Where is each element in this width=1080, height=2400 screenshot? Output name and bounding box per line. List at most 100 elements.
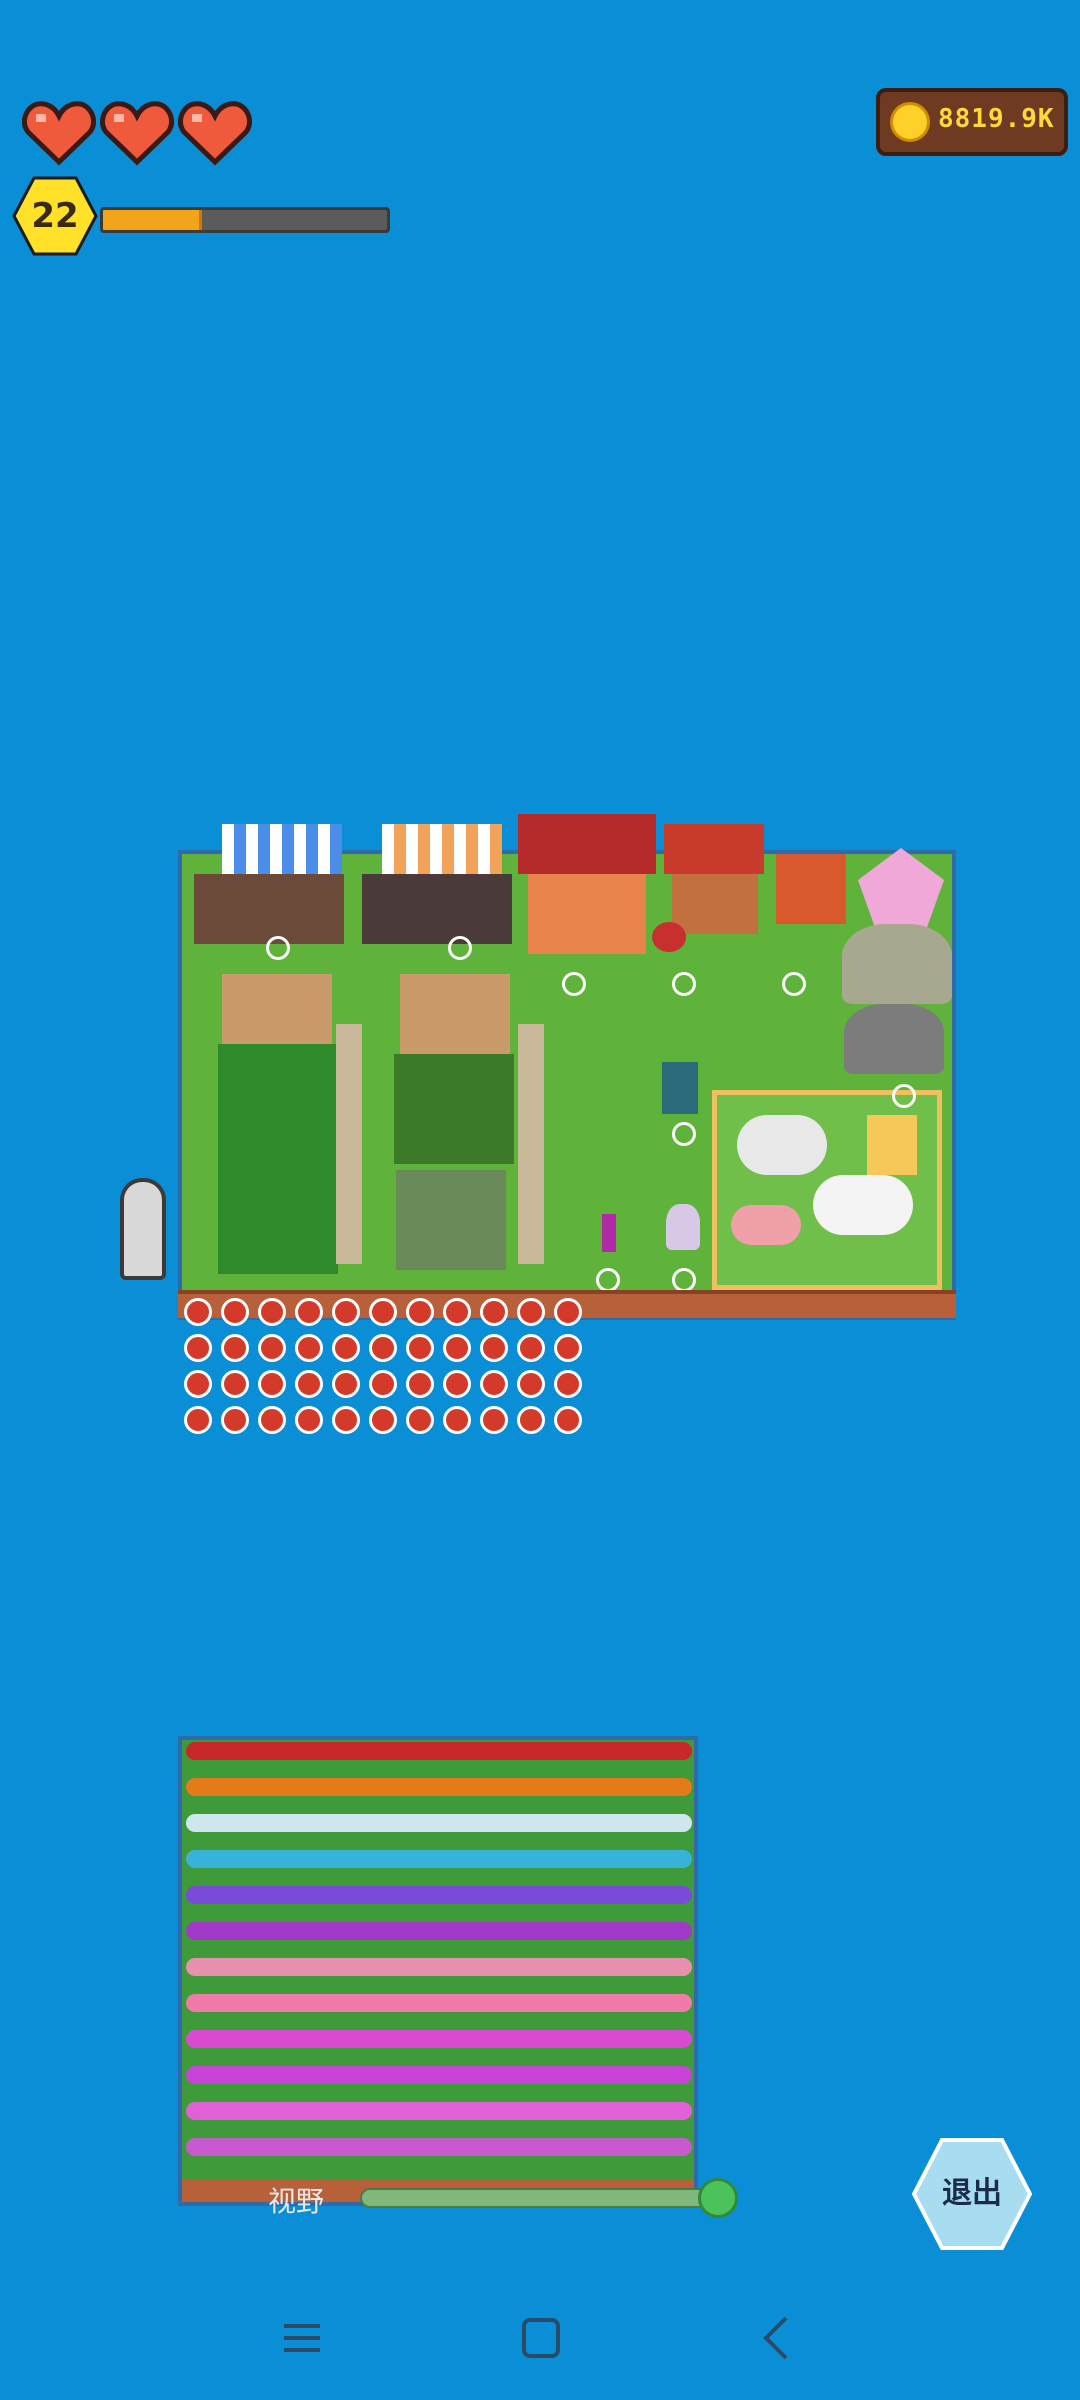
crystal-icon[interactable] [858, 848, 944, 928]
heart-icon [100, 101, 174, 166]
build-slot-marker[interactable] [672, 1268, 696, 1292]
mushroom-icon[interactable] [554, 1298, 582, 1326]
mushroom-icon[interactable] [480, 1406, 508, 1434]
cow-group[interactable] [813, 1175, 913, 1235]
flower-field[interactable] [178, 1736, 698, 2206]
mushroom-icon[interactable] [443, 1370, 471, 1398]
mushroom-icon[interactable] [369, 1298, 397, 1326]
build-slot-marker[interactable] [672, 972, 696, 996]
mushroom-icon[interactable] [406, 1406, 434, 1434]
mushroom-icon[interactable] [554, 1370, 582, 1398]
mushroom-icon[interactable] [221, 1370, 249, 1398]
mushroom-icon[interactable] [443, 1298, 471, 1326]
xp-bar [100, 207, 390, 233]
flower-row[interactable] [186, 1778, 692, 1796]
mushroom-icon[interactable] [443, 1406, 471, 1434]
flower-bed[interactable] [396, 1170, 506, 1270]
flower-row[interactable] [186, 1850, 692, 1868]
mushroom-icon[interactable] [184, 1298, 212, 1326]
mushroom-icon[interactable] [332, 1298, 360, 1326]
mushroom-icon[interactable] [221, 1334, 249, 1362]
house-roof [664, 824, 764, 874]
mushroom-icon[interactable] [406, 1334, 434, 1362]
mushroom-icon[interactable] [554, 1334, 582, 1362]
mushroom-icon[interactable] [184, 1406, 212, 1434]
flower-row[interactable] [186, 2066, 692, 2084]
flower-row[interactable] [186, 1742, 692, 1760]
statue-column [336, 1024, 362, 1264]
farm-island[interactable] [178, 814, 956, 1320]
view-slider-thumb[interactable] [698, 2178, 738, 2218]
mushroom-icon[interactable] [480, 1370, 508, 1398]
mushroom-icon[interactable] [295, 1298, 323, 1326]
menu-icon[interactable] [272, 2308, 332, 2368]
flower-row[interactable] [186, 1994, 692, 2012]
mushroom-icon[interactable] [554, 1406, 582, 1434]
mushroom-icon[interactable] [184, 1370, 212, 1398]
mushroom-icon[interactable] [406, 1298, 434, 1326]
flower-row[interactable] [186, 1886, 692, 1904]
market-stall-blue[interactable] [222, 824, 342, 874]
build-slot-marker[interactable] [672, 1122, 696, 1146]
build-slot-marker[interactable] [266, 936, 290, 960]
flower-row[interactable] [186, 1814, 692, 1832]
build-slot-marker[interactable] [782, 972, 806, 996]
mushroom-icon[interactable] [221, 1298, 249, 1326]
coin-counter[interactable]: 8819.9K [876, 88, 1068, 156]
mushroom-icon[interactable] [332, 1406, 360, 1434]
mushroom-icon[interactable] [295, 1334, 323, 1362]
build-slot-marker[interactable] [562, 972, 586, 996]
house[interactable] [672, 874, 758, 934]
mushroom-icon[interactable] [295, 1406, 323, 1434]
exit-button-label[interactable]: 退出 [910, 2136, 1034, 2252]
mushroom-icon[interactable] [480, 1334, 508, 1362]
flower-row[interactable] [186, 1922, 692, 1940]
back-icon[interactable] [748, 2308, 808, 2368]
mushroom-icon[interactable] [369, 1334, 397, 1362]
market-stall-orange[interactable] [382, 824, 502, 874]
robot-icon[interactable] [662, 1062, 698, 1114]
mushroom-icon[interactable] [517, 1370, 545, 1398]
mushroom-icon[interactable] [295, 1370, 323, 1398]
boat-icon[interactable] [120, 1178, 166, 1280]
flower-row[interactable] [186, 2138, 692, 2156]
mushroom-icon[interactable] [369, 1370, 397, 1398]
corn-field[interactable] [218, 1044, 338, 1274]
sheep-group[interactable] [737, 1115, 827, 1175]
flower-row[interactable] [186, 1958, 692, 1976]
mushroom-icon[interactable] [369, 1406, 397, 1434]
flower-row[interactable] [186, 2102, 692, 2120]
mushroom-icon[interactable] [332, 1334, 360, 1362]
mine-rock[interactable] [842, 924, 952, 1004]
mushroom-icon[interactable] [480, 1298, 508, 1326]
view-slider[interactable] [360, 2188, 712, 2208]
main-house[interactable] [528, 874, 646, 954]
mushroom-icon[interactable] [258, 1370, 286, 1398]
flower-row[interactable] [186, 2030, 692, 2048]
gumball-machine-icon[interactable] [666, 1204, 700, 1250]
build-slot-marker[interactable] [892, 1084, 916, 1108]
mushroom-icon[interactable] [221, 1406, 249, 1434]
animal-pen[interactable] [712, 1090, 942, 1290]
pig-group[interactable] [731, 1205, 801, 1245]
hay-stack [867, 1115, 917, 1175]
mine-rock[interactable] [844, 1004, 944, 1074]
grill-icon[interactable] [652, 922, 686, 952]
mushroom-icon[interactable] [517, 1298, 545, 1326]
tomato-field[interactable] [394, 1054, 514, 1164]
mushroom-icon[interactable] [517, 1406, 545, 1434]
mushroom-icon[interactable] [406, 1370, 434, 1398]
small-house[interactable] [776, 854, 846, 924]
mushroom-icon[interactable] [332, 1370, 360, 1398]
mushroom-icon[interactable] [184, 1334, 212, 1362]
mushroom-icon[interactable] [258, 1406, 286, 1434]
home-icon[interactable] [510, 2308, 570, 2368]
build-slot-marker[interactable] [448, 936, 472, 960]
mushroom-icon[interactable] [443, 1334, 471, 1362]
mushroom-icon[interactable] [517, 1334, 545, 1362]
crystal-shard-icon[interactable] [602, 1214, 616, 1252]
level-number: 22 [31, 196, 79, 236]
mushroom-icon[interactable] [258, 1298, 286, 1326]
mushroom-icon[interactable] [258, 1334, 286, 1362]
build-slot-marker[interactable] [596, 1268, 620, 1292]
